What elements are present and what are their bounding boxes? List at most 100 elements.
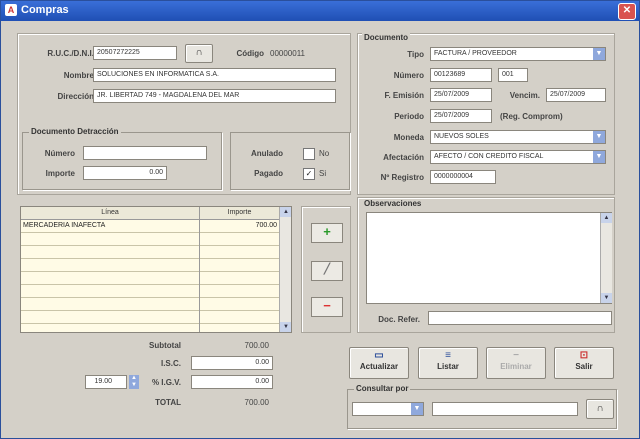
table-row[interactable]: [21, 298, 291, 311]
direccion-label: Dirección: [57, 92, 94, 101]
igv-field[interactable]: 0.00: [191, 375, 273, 389]
total-label: TOTAL: [155, 398, 181, 407]
chevron-down-icon[interactable]: ▼: [411, 403, 423, 415]
eliminar-label: Eliminar: [500, 362, 532, 371]
column-linea[interactable]: Línea: [21, 207, 200, 219]
direccion-field[interactable]: JR. LIBERTAD 749 - MAGDALENA DEL MAR: [93, 89, 336, 103]
anulado-label: Anulado: [251, 149, 283, 158]
afectacion-select[interactable]: AFECTO / CON CREDITO FISCAL ▼: [430, 150, 606, 164]
chevron-down-icon[interactable]: ▼: [593, 48, 605, 60]
printer-icon: ▭: [374, 350, 384, 361]
remove-row-button[interactable]: −: [311, 297, 343, 317]
table-row[interactable]: [21, 246, 291, 259]
table-header: Línea Importe: [21, 207, 291, 220]
doc-refer-field[interactable]: [428, 311, 612, 325]
detraccion-numero-field[interactable]: [83, 146, 207, 160]
registro-field[interactable]: 0000000004: [430, 170, 496, 184]
subtotal-value: 700.00: [244, 341, 269, 350]
add-row-button[interactable]: +: [311, 223, 343, 243]
edit-row-button[interactable]: ╱: [311, 261, 343, 281]
emision-label: F. Emisión: [384, 91, 424, 100]
chevron-down-icon[interactable]: ▼: [593, 131, 605, 143]
moneda-label: Moneda: [393, 133, 424, 142]
igv-rate-field[interactable]: 19.00: [85, 375, 127, 389]
moneda-select[interactable]: NUEVOS SOLES ▼: [430, 130, 606, 144]
observaciones-legend: Observaciones: [362, 199, 424, 208]
delete-icon: −: [513, 350, 519, 361]
scroll-up-icon[interactable]: ▲: [601, 213, 612, 223]
isc-field[interactable]: 0.00: [191, 356, 273, 370]
search-button[interactable]: ∩: [586, 399, 614, 419]
tipo-label: Tipo: [407, 50, 424, 59]
binoculars-icon: ∩: [596, 403, 604, 414]
chevron-down-icon[interactable]: ▼: [593, 151, 605, 163]
subtotal-label: Subtotal: [149, 341, 181, 350]
consultar-field[interactable]: [432, 402, 578, 416]
listar-button[interactable]: ≡ Listar: [418, 347, 478, 379]
actualizar-button[interactable]: ▭ Actualizar: [349, 347, 409, 379]
ruc-field[interactable]: 20507272225: [93, 46, 177, 60]
detraccion-numero-label: Número: [44, 149, 75, 158]
row-linea: MERCADERIA INAFECTA: [23, 222, 106, 229]
row-importe: 700.00: [255, 222, 277, 229]
reg-comprom-label: (Reg. Comprom): [500, 112, 563, 121]
nombre-field[interactable]: SOLUCIONES EN INFORMATICA S.A.: [93, 68, 336, 82]
list-icon: ≡: [445, 350, 451, 361]
table-row[interactable]: [21, 259, 291, 272]
close-button[interactable]: ✕: [618, 3, 636, 20]
observaciones-scrollbar[interactable]: ▲ ▼: [600, 213, 612, 303]
table-row[interactable]: [21, 272, 291, 285]
table-scrollbar[interactable]: ▲ ▼: [279, 207, 291, 332]
afectacion-value: AFECTO / CON CREDITO FISCAL: [434, 153, 544, 160]
documento-legend: Documento: [362, 33, 410, 42]
actualizar-label: Actualizar: [359, 362, 399, 371]
compras-window: A Compras ✕ R.U.C./D.N.I. 20507272225 ∩ …: [0, 0, 640, 439]
codigo-value: 00000011: [270, 49, 305, 58]
periodo-label: Periodo: [394, 112, 424, 121]
codigo-label: Código: [236, 49, 264, 58]
table-row[interactable]: [21, 311, 291, 324]
pagado-label: Pagado: [254, 169, 283, 178]
scroll-down-icon[interactable]: ▼: [601, 293, 612, 303]
tipo-select[interactable]: FACTURA / PROVEEDOR ▼: [430, 47, 606, 61]
plus-icon: +: [323, 224, 331, 239]
numero-field[interactable]: 001: [498, 68, 528, 82]
salir-button[interactable]: ⊡ Salir: [554, 347, 614, 379]
eliminar-button[interactable]: − Eliminar: [486, 347, 546, 379]
nombre-label: Nombre: [63, 71, 94, 80]
table-row[interactable]: [21, 285, 291, 298]
search-proveedor-button[interactable]: ∩: [185, 44, 213, 63]
numero-label: Número: [393, 71, 424, 80]
table-row[interactable]: [21, 233, 291, 246]
consultar-select[interactable]: ▼: [352, 402, 424, 416]
vencim-field[interactable]: 25/07/2009: [546, 88, 606, 102]
estado-group: Anulado No Pagado ✓ Si: [230, 132, 350, 190]
column-importe[interactable]: Importe: [200, 207, 280, 219]
igv-label: % I.G.V.: [151, 378, 181, 387]
window-title: Compras: [21, 4, 69, 16]
ruc-label: R.U.C./D.N.I.: [47, 49, 94, 58]
pagado-option: Si: [319, 169, 327, 178]
anulado-option: No: [319, 149, 330, 158]
emision-field[interactable]: 25/07/2009: [430, 88, 492, 102]
total-value: 700.00: [244, 398, 269, 407]
serie-field[interactable]: 00123689: [430, 68, 492, 82]
binoculars-icon: ∩: [195, 47, 203, 58]
table-row[interactable]: MERCADERIA INAFECTA 700.00: [21, 220, 291, 233]
moneda-value: NUEVOS SOLES: [434, 133, 489, 140]
detraccion-importe-field[interactable]: 0.00: [83, 166, 167, 180]
exit-icon: ⊡: [579, 350, 589, 361]
doc-refer-label: Doc. Refer.: [378, 315, 420, 324]
periodo-field[interactable]: 25/07/2009: [430, 109, 492, 123]
scroll-up-icon[interactable]: ▲: [280, 207, 291, 217]
app-icon: A: [5, 4, 17, 16]
pagado-checkbox[interactable]: ✓: [303, 168, 315, 180]
anulado-checkbox[interactable]: [303, 148, 315, 160]
detraccion-legend: Documento Detracción: [29, 127, 121, 136]
observaciones-textarea[interactable]: [366, 212, 612, 304]
proveedor-panel: R.U.C./D.N.I. 20507272225 ∩ Código 00000…: [17, 33, 351, 195]
tipo-value: FACTURA / PROVEEDOR: [434, 50, 517, 57]
salir-label: Salir: [575, 362, 593, 371]
afectacion-label: Afectación: [383, 153, 424, 162]
scroll-down-icon[interactable]: ▼: [280, 322, 291, 332]
